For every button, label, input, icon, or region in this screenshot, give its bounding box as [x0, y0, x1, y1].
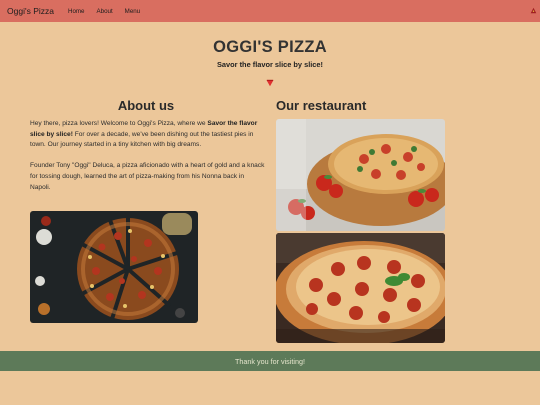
pizza-slices-photo — [30, 211, 198, 323]
site-title: OGGI'S PIZZA — [213, 38, 327, 56]
about-intro: Hey there, pizza lovers! Welcome to Oggi… — [30, 120, 258, 149]
nav-link-menu[interactable]: Menu — [125, 8, 140, 15]
about-heading: About us — [117, 98, 175, 113]
navbar-brand[interactable]: Oggi's Pizza — [7, 6, 54, 16]
pepperoni-pizza-photo — [276, 233, 445, 343]
hamburger-toggler-icon[interactable] — [530, 1, 537, 14]
pizza-slice-divider-icon — [266, 74, 274, 87]
navbar: Oggi's Pizza Home About Menu — [0, 0, 540, 22]
footer: Thank you for visiting! — [0, 351, 540, 371]
about-text: Hey there, pizza lovers! Welcome to Oggi… — [30, 119, 265, 193]
pizza-board-photo — [276, 119, 445, 231]
nav-link-home[interactable]: Home — [68, 8, 85, 15]
tagline: Savor the flavor slice by slice! — [217, 60, 323, 69]
footer-text: Thank you for visiting! — [235, 356, 305, 366]
restaurant-heading: Our restaurant — [276, 98, 367, 113]
about-founder: Founder Tony "Oggi" Deluca, a pizza afic… — [30, 162, 265, 191]
nav-link-about[interactable]: About — [97, 8, 113, 15]
